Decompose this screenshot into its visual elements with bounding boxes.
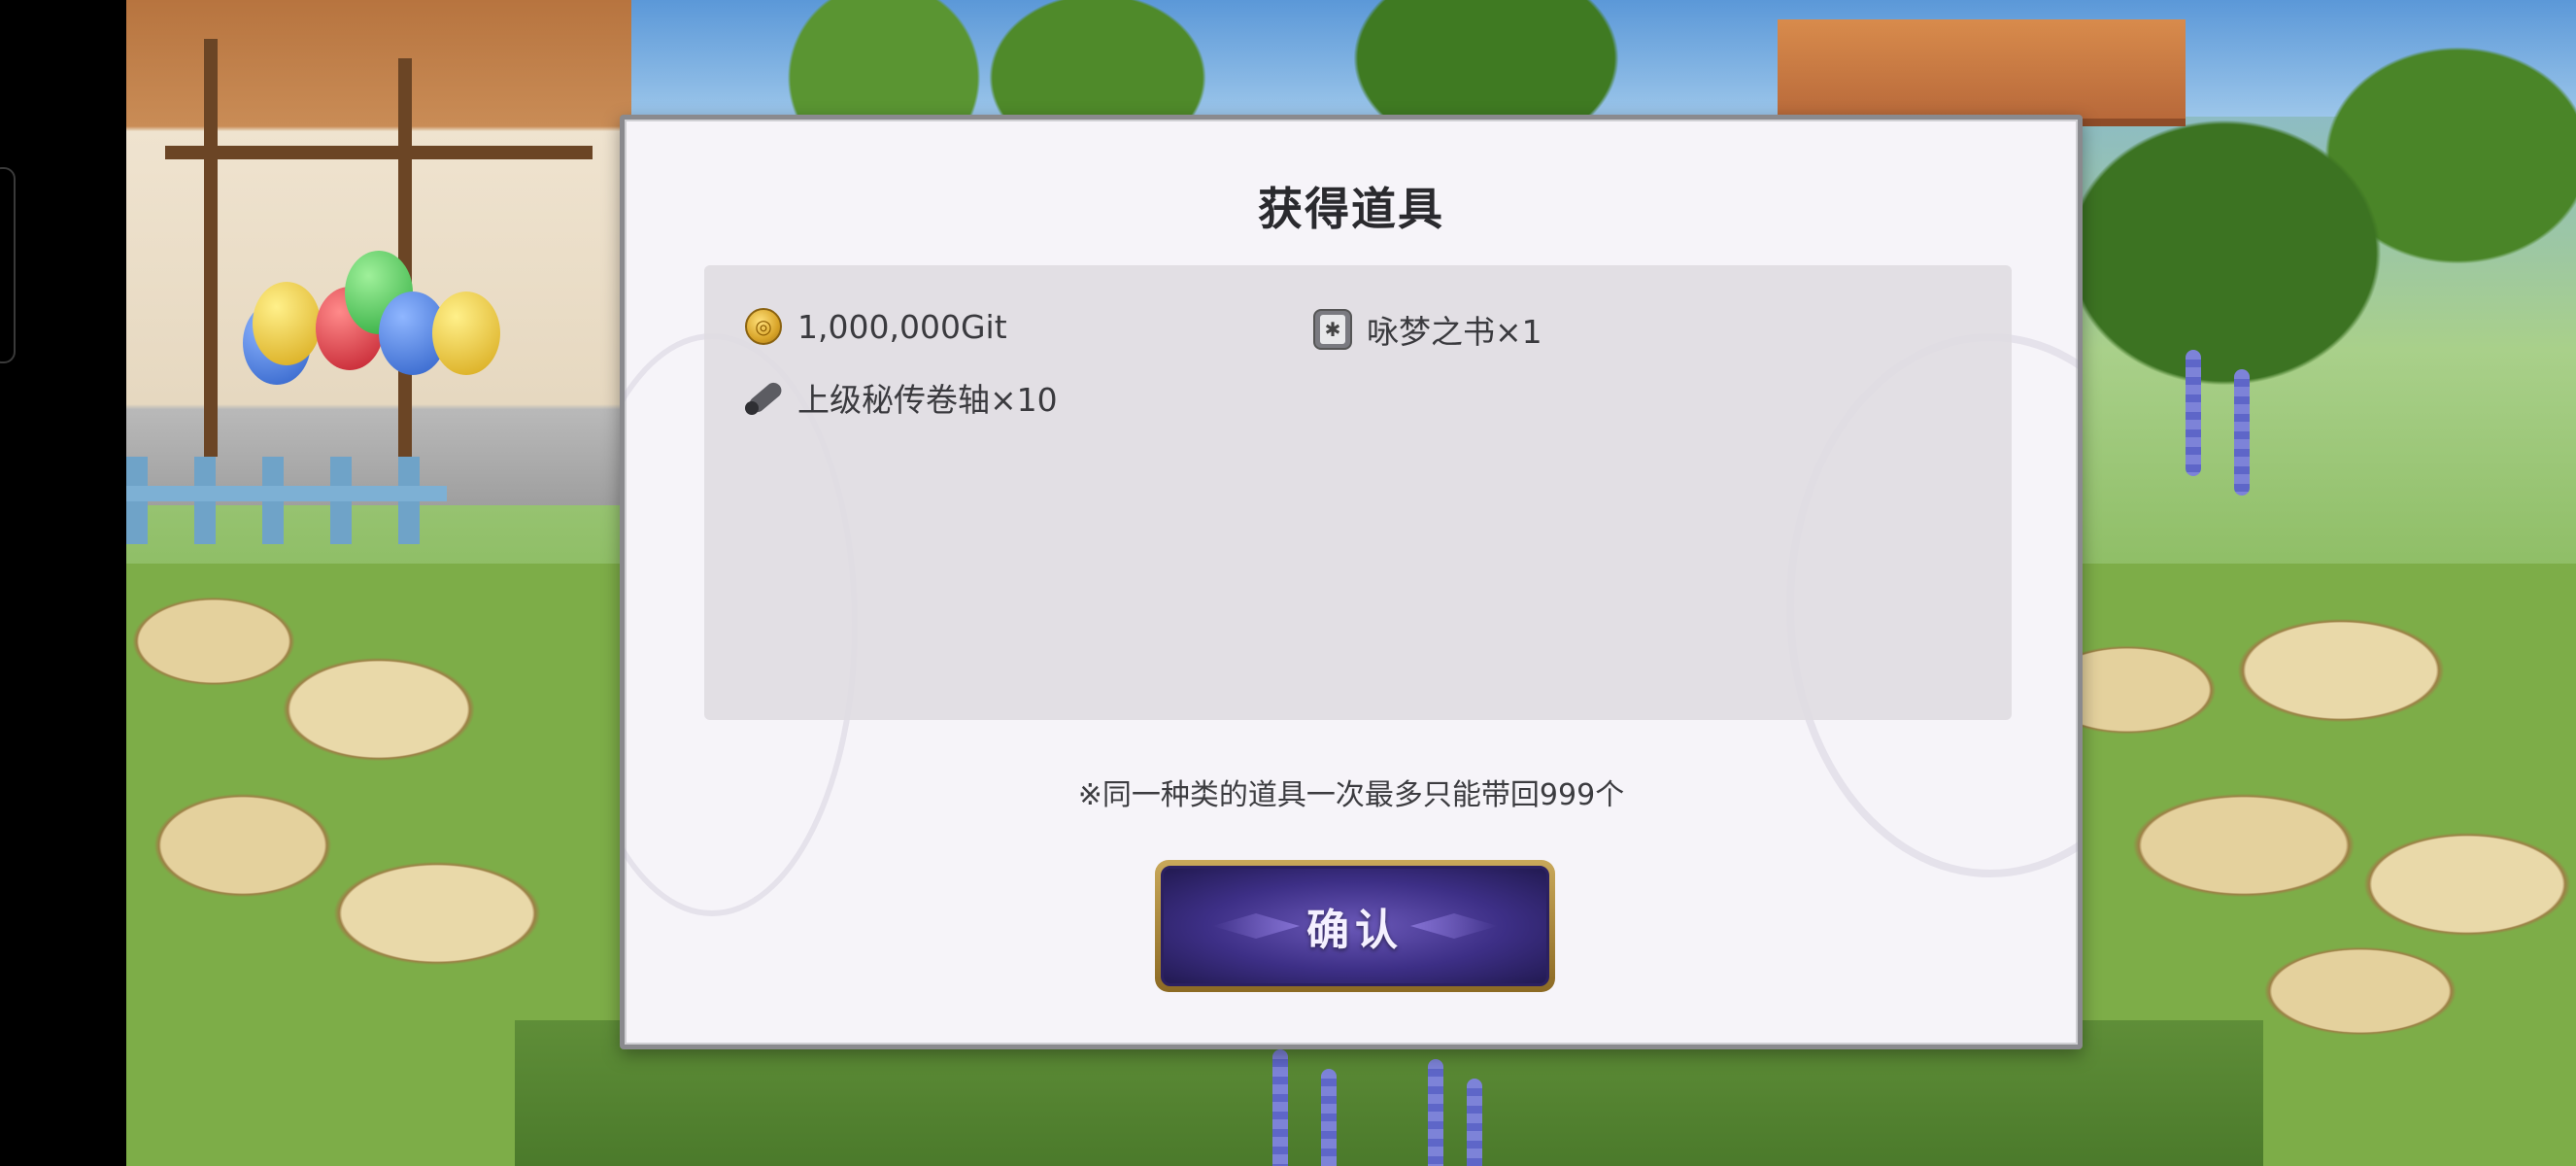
house-beam: [204, 39, 218, 457]
side-handle: [0, 167, 16, 363]
items-panel: ◎ 1,000,000Git ✱ 咏梦之书×1 上级秘传卷轴×10: [704, 265, 2012, 720]
lupine-flower: [1467, 1079, 1482, 1166]
confirm-button-face[interactable]: 确认: [1161, 866, 1549, 986]
lupine-flower: [1321, 1069, 1337, 1166]
diamond-ornament-right: [1410, 913, 1498, 939]
dialog-title: 获得道具: [1258, 183, 1444, 235]
reward-item-scroll: 上级秘传卷轴×10: [743, 374, 1058, 421]
lupine-flower: [2234, 369, 2250, 496]
confirm-button-label: 确认: [1306, 906, 1404, 955]
book-icon: ✱: [1312, 309, 1353, 350]
item-limit-notice: ※同一种类的道具一次最多只能带回999个: [1077, 778, 1625, 812]
confirm-button[interactable]: 确认: [1155, 860, 1555, 992]
reward-item-git: ◎ 1,000,000Git: [743, 306, 1007, 347]
reward-item-book: ✱ 咏梦之书×1: [1312, 306, 1542, 353]
left-letterbox: [0, 0, 126, 1166]
diamond-ornament-left: [1212, 913, 1300, 939]
lupine-flower: [1428, 1059, 1443, 1166]
fence-rail: [126, 486, 447, 501]
house-beam: [165, 146, 593, 159]
reward-item-label: 咏梦之书×1: [1367, 313, 1542, 351]
scroll-icon: [743, 377, 785, 418]
lupine-flower: [1272, 1049, 1288, 1166]
gold-coin-icon: ◎: [743, 306, 784, 347]
right-roof: [1778, 19, 2186, 126]
lupine-flower: [2186, 350, 2201, 476]
item-reward-dialog: 获得道具 ◎ 1,000,000Git ✱ 咏梦之书×1 上级秘传卷轴×10 ※…: [620, 115, 2083, 1049]
reward-item-label: 上级秘传卷轴×10: [797, 381, 1058, 419]
balloon-yellow: [253, 282, 321, 365]
balloon-yellow: [432, 292, 500, 375]
reward-item-label: 1,000,000Git: [797, 307, 1007, 346]
